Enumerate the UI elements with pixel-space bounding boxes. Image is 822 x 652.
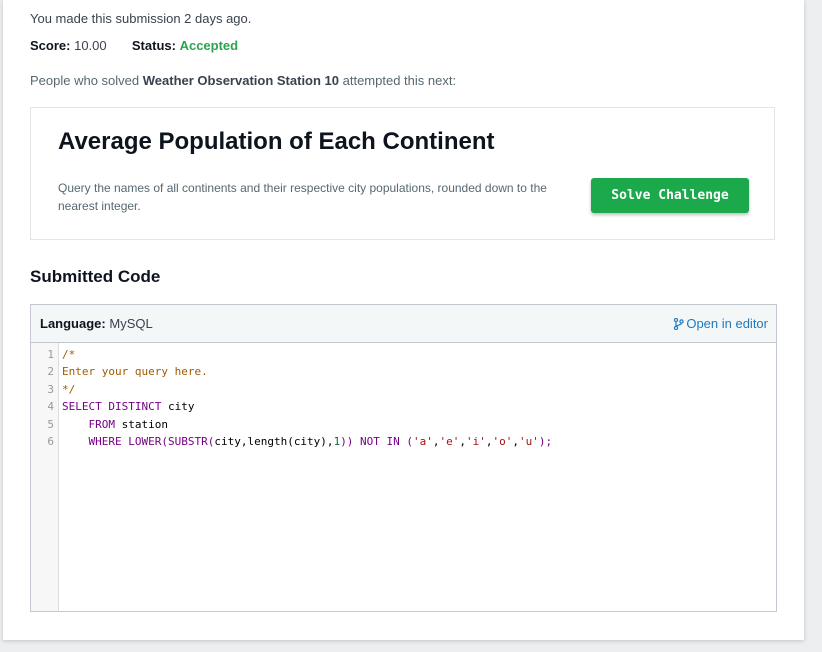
git-branch-icon <box>674 317 685 331</box>
score-status-line: Score: 10.00 Status: Accepted <box>30 38 238 53</box>
code-line: Enter your query here. <box>62 365 208 379</box>
code-content: /* Enter your query here. */ SELECT DISTINC… <box>62 346 552 450</box>
line-number-gutter: 1 2 3 4 5 6 <box>31 343 59 611</box>
score-label: Score: <box>30 38 71 53</box>
challenge-title[interactable]: Average Population of Each Continent <box>58 128 494 156</box>
code-line: WHERE LOWER(SUBSTR(city,length(city),1))… <box>88 435 553 449</box>
score-value: 10.00 <box>74 38 107 53</box>
status-label: Status: <box>131 38 176 53</box>
next-suffix: attempted this next: <box>339 73 457 88</box>
language-indicator: Language: MySQL <box>40 316 153 331</box>
line-number: 4 <box>47 400 54 414</box>
line-number: 2 <box>47 365 54 379</box>
line-number: 1 <box>47 348 54 361</box>
code-body[interactable]: 1 2 3 4 5 6 /* Enter your query here. */ SE… <box>31 343 776 611</box>
recommended-challenge-card: Average Population of Each Continent Que… <box>30 107 775 240</box>
submission-panel: You made this submission 2 days ago. Sco… <box>3 0 804 640</box>
code-line: /* <box>62 348 76 361</box>
language-value: MySQL <box>109 316 153 331</box>
code-line: */ <box>62 382 76 396</box>
status-badge: Accepted <box>179 38 239 53</box>
code-header: Language: MySQL Open in editor <box>31 305 776 343</box>
line-number: 5 <box>47 417 54 431</box>
code-viewer: Language: MySQL Open in editor 1 2 3 4 5… <box>30 304 777 612</box>
code-line: SELECT DISTINCT city <box>62 400 195 414</box>
line-number: 3 <box>47 382 54 396</box>
open-in-editor-label: Open in editor <box>686 316 768 331</box>
solved-challenge-name: Weather Observation Station 10 <box>142 73 340 88</box>
solve-challenge-button[interactable]: Solve Challenge <box>591 178 749 213</box>
line-number: 6 <box>47 435 54 448</box>
next-prefix: People who solved <box>30 73 143 88</box>
next-challenge-line: People who solved Weather Observation St… <box>30 73 456 88</box>
open-in-editor-link[interactable]: Open in editor <box>673 316 768 331</box>
code-line: FROM station <box>88 417 168 431</box>
submitted-code-heading: Submitted Code <box>30 267 161 286</box>
submission-time: You made this submission 2 days ago. <box>30 11 252 26</box>
language-label: Language: <box>40 316 106 331</box>
challenge-description: Query the names of all continents and th… <box>58 181 547 213</box>
